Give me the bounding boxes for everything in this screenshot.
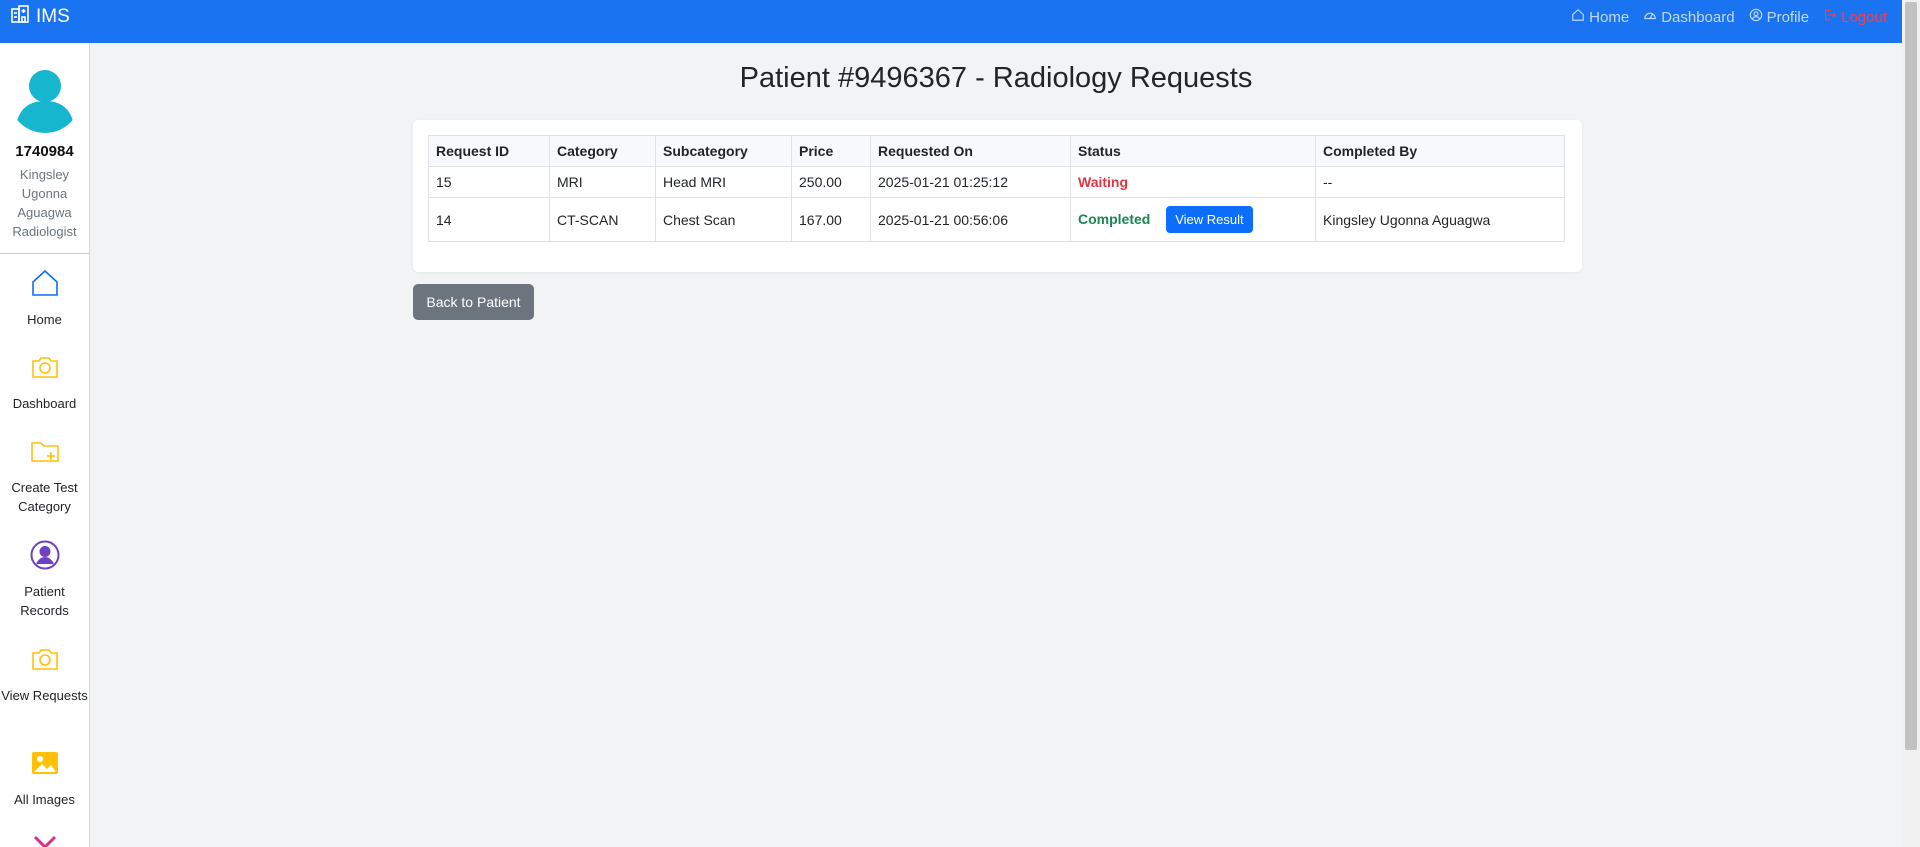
cell-price: 250.00 [791, 166, 871, 198]
hospital-icon [10, 4, 30, 30]
sidebar-item-label: All Images [14, 792, 75, 807]
cell-price: 167.00 [791, 197, 871, 242]
person-circle-icon [1749, 8, 1763, 26]
sidebar-item-dashboard[interactable]: Dashboard [0, 351, 89, 413]
nav-home-label: Home [1589, 8, 1630, 26]
table-row: 15 MRI Head MRI 250.00 2025-01-21 01:25:… [428, 166, 1565, 198]
back-to-patient-button[interactable]: Back to Patient [413, 284, 534, 320]
header-request-id: Request ID [428, 135, 550, 167]
sidebar: 1740984 Kingsley Ugonna Aguagwa Radiolog… [0, 43, 90, 847]
avatar [8, 61, 81, 133]
header-completed-by: Completed By [1315, 135, 1565, 167]
house-icon [29, 267, 61, 310]
sidebar-item-create-test-category[interactable]: Create Test Category [0, 435, 89, 516]
nav-dashboard-link[interactable]: Dashboard [1643, 8, 1735, 26]
nav-logout-link[interactable]: Logout [1823, 8, 1887, 26]
sidebar-item-label: View Requests [1, 688, 88, 703]
camera-icon [29, 351, 61, 394]
user-role: Radiologist [12, 224, 77, 239]
main-content: Patient #9496367 - Radiology Requests Re… [90, 43, 1902, 847]
camera-icon [29, 643, 61, 686]
status-badge: Completed [1078, 211, 1151, 227]
page-title: Patient #9496367 - Radiology Requests [739, 62, 1253, 94]
sidebar-item-patient-records[interactable]: Patient Records [0, 539, 89, 620]
scrollbar-thumb[interactable] [1905, 2, 1917, 750]
cell-subcategory: Head MRI [655, 166, 792, 198]
logout-icon [1823, 8, 1837, 26]
house-icon [1571, 8, 1585, 26]
person-circle-icon [29, 539, 61, 582]
nav-profile-label: Profile [1766, 8, 1810, 26]
user-name: Kingsley Ugonna Aguagwa [17, 167, 72, 220]
header-price: Price [791, 135, 871, 167]
cell-subcategory: Chest Scan [655, 197, 792, 242]
brand[interactable]: IMS [10, 0, 70, 34]
cell-completed-by: -- [1315, 166, 1565, 198]
tools-icon [29, 831, 61, 847]
nav-logout-label: Logout [1841, 8, 1887, 26]
nav-home-link[interactable]: Home [1571, 8, 1629, 26]
image-icon [29, 747, 61, 790]
header-subcategory: Subcategory [655, 135, 792, 167]
folder-plus-icon [29, 435, 61, 478]
cell-category: MRI [549, 166, 656, 198]
nav-profile-link[interactable]: Profile [1749, 8, 1810, 26]
sidebar-item-label: Home [27, 312, 62, 327]
sidebar-item-all-images[interactable]: All Images [0, 747, 89, 809]
table-row: 14 CT-SCAN Chest Scan 167.00 2025-01-21 … [428, 197, 1565, 242]
cell-status: Waiting [1070, 166, 1316, 198]
top-nav-links: Home Dashboard Profile Logout [1571, 0, 1887, 34]
sidebar-item-label: Create Test Category [11, 480, 78, 514]
cell-requested-on: 2025-01-21 00:56:06 [870, 197, 1071, 242]
requests-card: Request ID Category Subcategory Price Re… [413, 120, 1582, 272]
sidebar-item-tools[interactable] [0, 831, 89, 847]
cell-category: CT-SCAN [549, 197, 656, 242]
cell-requested-on: 2025-01-21 01:25:12 [870, 166, 1071, 198]
sidebar-profile: 1740984 Kingsley Ugonna Aguagwa Radiolog… [0, 43, 89, 254]
sidebar-item-label: Patient Records [20, 584, 69, 618]
cell-request-id: 15 [428, 166, 550, 198]
table-header-row: Request ID Category Subcategory Price Re… [428, 135, 1565, 167]
brand-name: IMS [36, 6, 70, 27]
header-status: Status [1070, 135, 1316, 167]
sidebar-item-label: Dashboard [12, 396, 77, 411]
top-navbar: IMS Home Dashboard Profile Logout [0, 0, 1902, 43]
cell-status: Completed View Result [1070, 197, 1316, 242]
vertical-scrollbar[interactable] [1902, 0, 1920, 847]
sidebar-item-home[interactable]: Home [0, 267, 89, 329]
radiology-requests-table: Request ID Category Subcategory Price Re… [428, 135, 1565, 242]
header-requested-on: Requested On [870, 135, 1071, 167]
speedometer-icon [1643, 8, 1657, 26]
header-category: Category [549, 135, 656, 167]
nav-dashboard-label: Dashboard [1661, 8, 1735, 26]
cell-completed-by: Kingsley Ugonna Aguagwa [1315, 197, 1565, 242]
user-id: 1740984 [15, 143, 74, 160]
status-badge: Waiting [1078, 174, 1129, 190]
sidebar-item-view-requests[interactable]: View Requests [0, 643, 89, 705]
view-result-button[interactable]: View Result [1166, 206, 1253, 233]
cell-request-id: 14 [428, 197, 550, 242]
